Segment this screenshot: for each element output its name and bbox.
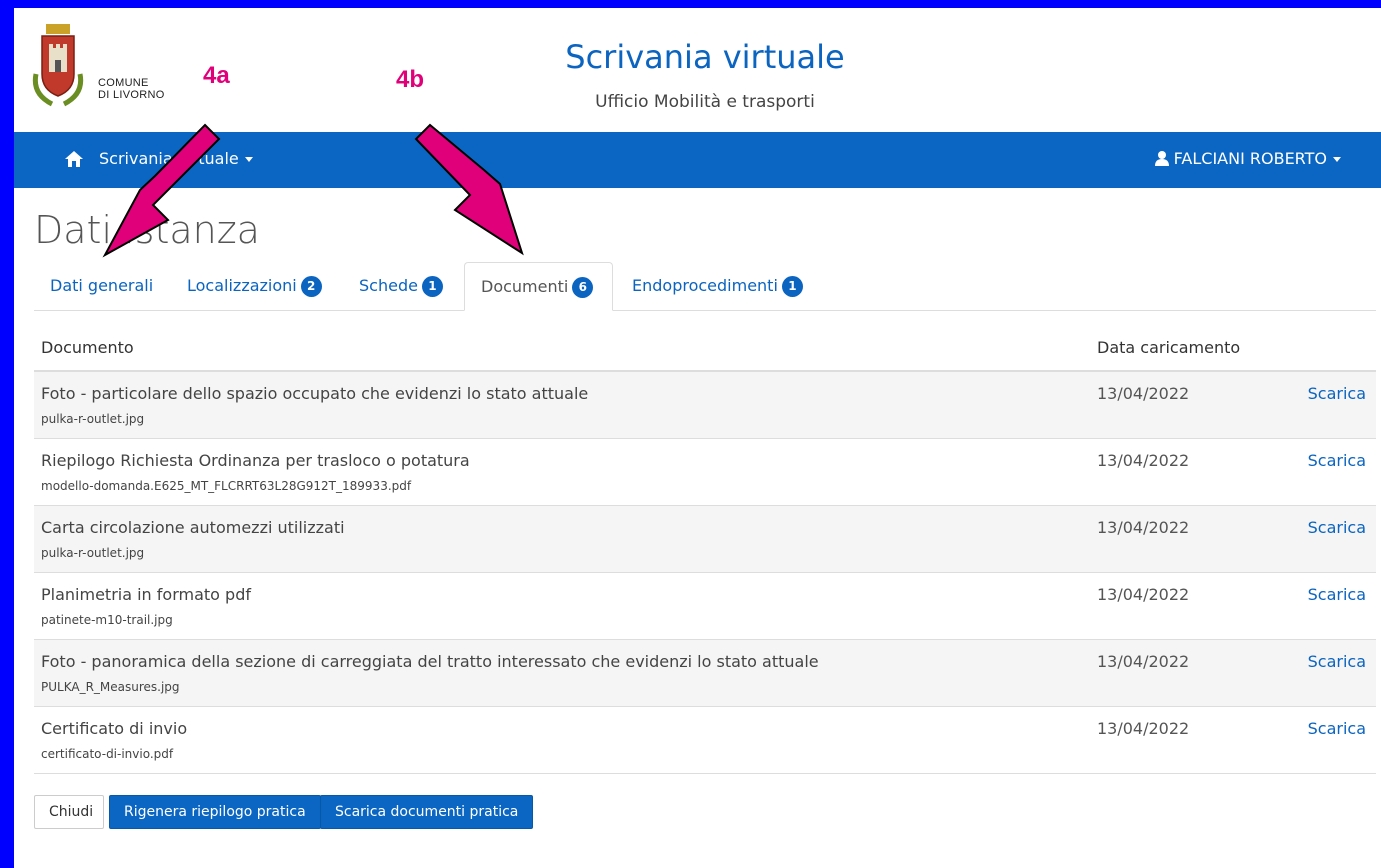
tab-label: Endoprocedimenti	[632, 276, 778, 295]
documents-table: Documento Data caricamento Foto - partic…	[34, 326, 1376, 774]
tab-dati-generali[interactable]: Dati generali	[34, 262, 169, 310]
count-badge: 1	[421, 276, 443, 297]
regenerate-summary-button[interactable]: Rigenera riepilogo pratica	[109, 795, 321, 829]
caret-down-icon	[244, 157, 253, 162]
download-link[interactable]: Scarica	[1308, 518, 1366, 537]
nav-menu-dropdown[interactable]: Scrivania virtuale	[99, 149, 253, 168]
table-row: Certificato di invio certificato-di-invi…	[34, 707, 1376, 774]
document-date: 13/04/2022	[1097, 384, 1190, 403]
document-filename: pulka-r-outlet.jpg	[41, 412, 145, 426]
table-row: Foto - panoramica della sezione di carre…	[34, 640, 1376, 707]
document-date: 13/04/2022	[1097, 652, 1190, 671]
home-icon[interactable]	[64, 150, 84, 168]
tab-label: Documenti	[481, 277, 569, 296]
tab-documenti[interactable]: Documenti 6	[464, 262, 613, 311]
download-link[interactable]: Scarica	[1308, 719, 1366, 738]
document-filename: patinete-m10-trail.jpg	[41, 613, 173, 627]
column-header-data: Data caricamento	[1097, 338, 1241, 357]
caret-down-icon	[1333, 157, 1341, 162]
document-title: Certificato di invio	[41, 719, 188, 738]
document-title: Carta circolazione automezzi utilizzati	[41, 518, 345, 537]
site-title: Scrivania virtuale	[565, 38, 845, 76]
document-filename: modello-domanda.E625_MT_FLCRRT63L28G912T…	[41, 479, 412, 493]
logo-wordmark: COMUNE DI LIVORNO	[98, 77, 165, 101]
tab-localizzazioni[interactable]: Localizzazioni 2	[171, 262, 338, 310]
close-button[interactable]: Chiudi	[34, 795, 104, 829]
comune-logo[interactable]: COMUNE DI LIVORNO	[32, 22, 182, 114]
site-subtitle: Ufficio Mobilità e trasporti	[595, 92, 815, 112]
user-icon	[1154, 151, 1169, 166]
document-date: 13/04/2022	[1097, 719, 1190, 738]
tab-bar: Dati generali Localizzazioni 2 Schede 1 Do…	[34, 262, 1376, 311]
document-filename: pulka-r-outlet.jpg	[41, 546, 145, 560]
tab-label: Dati generali	[50, 276, 154, 295]
user-name: FALCIANI ROBERTO	[1173, 149, 1327, 168]
document-date: 13/04/2022	[1097, 585, 1190, 604]
document-date: 13/04/2022	[1097, 518, 1190, 537]
document-date: 13/04/2022	[1097, 451, 1190, 470]
count-badge: 1	[781, 276, 803, 297]
count-badge: 6	[572, 277, 594, 298]
tab-schede[interactable]: Schede 1	[343, 262, 459, 310]
download-documents-button[interactable]: Scarica documenti pratica	[320, 795, 534, 829]
tab-label: Localizzazioni	[187, 276, 297, 295]
page-title: Dati istanza	[34, 208, 260, 252]
table-header: Documento Data caricamento	[34, 326, 1376, 372]
table-row: Foto - particolare dello spazio occupato…	[34, 372, 1376, 439]
document-filename: PULKA_R_Measures.jpg	[41, 680, 180, 694]
download-link[interactable]: Scarica	[1308, 451, 1366, 470]
table-row: Planimetria in formato pdf patinete-m10-…	[34, 573, 1376, 640]
document-filename: certificato-di-invio.pdf	[41, 747, 174, 761]
annotation-label-4a: 4a	[203, 62, 230, 89]
download-link[interactable]: Scarica	[1308, 585, 1366, 604]
nav-menu-label: Scrivania virtuale	[99, 149, 239, 168]
column-header-documento: Documento	[41, 338, 134, 357]
user-menu[interactable]: FALCIANI ROBERTO	[1154, 149, 1341, 168]
table-row: Riepilogo Richiesta Ordinanza per traslo…	[34, 439, 1376, 506]
document-title: Foto - panoramica della sezione di carre…	[41, 652, 819, 671]
download-link[interactable]: Scarica	[1308, 384, 1366, 403]
document-title: Riepilogo Richiesta Ordinanza per traslo…	[41, 451, 470, 470]
annotation-label-4b: 4b	[396, 66, 425, 93]
tab-label: Schede	[359, 276, 418, 295]
count-badge: 2	[300, 276, 322, 297]
coat-of-arms-icon	[32, 22, 84, 107]
document-title: Planimetria in formato pdf	[41, 585, 251, 604]
download-link[interactable]: Scarica	[1308, 652, 1366, 671]
tab-endoprocedimenti[interactable]: Endoprocedimenti 1	[616, 262, 819, 310]
table-row: Carta circolazione automezzi utilizzati …	[34, 506, 1376, 573]
document-title: Foto - particolare dello spazio occupato…	[41, 384, 589, 403]
main-navbar: Scrivania virtuale FALCIANI ROBERTO	[14, 132, 1381, 188]
